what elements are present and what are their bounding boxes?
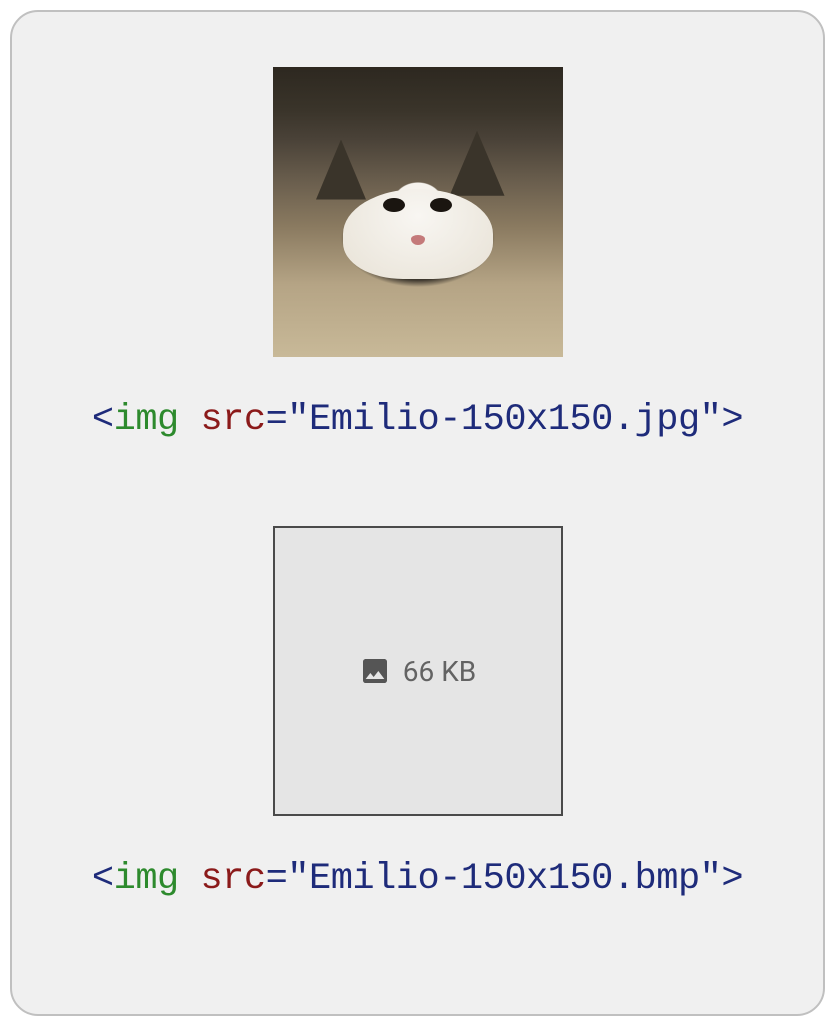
code-equals: = [266, 858, 288, 900]
code-attr-name: src [200, 858, 265, 900]
cat-photo [273, 67, 563, 357]
image-placeholder: 66 KB [273, 526, 563, 816]
code-open-bracket: < [92, 858, 114, 900]
code-attr-value: "Emilio-150x150.bmp" [287, 858, 721, 900]
example-bmp: 66 KB <img src="Emilio-150x150.bmp"> [12, 526, 823, 900]
code-equals: = [266, 399, 288, 441]
code-attr-value: "Emilio-150x150.jpg" [287, 399, 721, 441]
placeholder-size-label: 66 KB [403, 655, 476, 688]
code-close-bracket: > [721, 858, 743, 900]
code-tag-name: img [114, 858, 179, 900]
code-close-bracket: > [721, 399, 743, 441]
example-panel: <img src="Emilio-150x150.jpg"> 66 KB <im… [10, 10, 825, 1016]
image-icon [359, 655, 391, 687]
code-attr-name: src [200, 399, 265, 441]
code-tag-name: img [114, 399, 179, 441]
code-open-bracket: < [92, 399, 114, 441]
code-caption-bmp: <img src="Emilio-150x150.bmp"> [92, 858, 743, 900]
example-jpg: <img src="Emilio-150x150.jpg"> [12, 67, 823, 526]
code-caption-jpg: <img src="Emilio-150x150.jpg"> [92, 399, 743, 441]
